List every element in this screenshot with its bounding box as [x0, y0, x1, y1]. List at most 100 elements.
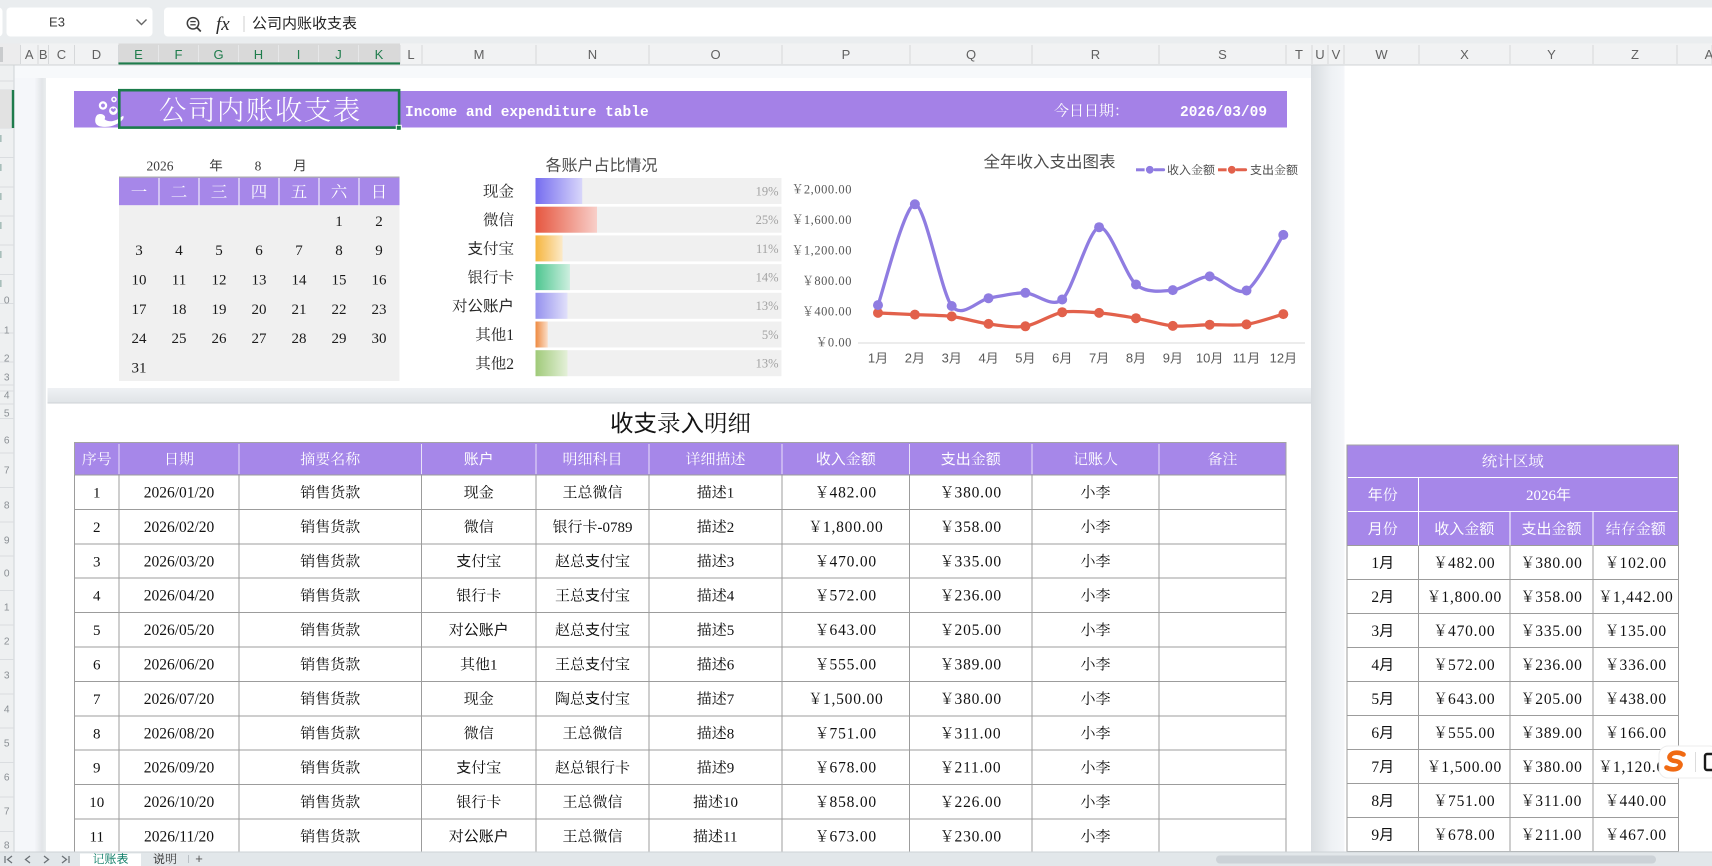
svg-text:X: X	[1460, 47, 1469, 62]
svg-text:6: 6	[727, 658, 735, 674]
svg-text:5: 5	[1015, 351, 1022, 366]
svg-text:1,500.00: 1,500.00	[1441, 759, 1502, 776]
svg-text:1,500.00: 1,500.00	[823, 691, 884, 708]
svg-text:2026/02/20: 2026/02/20	[144, 519, 215, 536]
svg-text:3: 3	[93, 554, 101, 570]
svg-text:E3: E3	[49, 15, 65, 30]
svg-text:4: 4	[93, 589, 101, 605]
svg-text:12: 12	[212, 273, 227, 289]
svg-text:B: B	[39, 47, 48, 62]
svg-text:13%: 13%	[756, 357, 779, 371]
svg-text:17: 17	[132, 302, 148, 318]
svg-text:10: 10	[723, 795, 738, 811]
svg-text:8: 8	[1126, 351, 1133, 366]
svg-text:6: 6	[255, 243, 263, 259]
svg-text:29: 29	[332, 331, 347, 347]
svg-text:9: 9	[4, 536, 10, 547]
svg-text:2026/03/09: 2026/03/09	[1180, 105, 1267, 121]
svg-text:5: 5	[4, 739, 10, 750]
svg-text:18: 18	[172, 302, 187, 318]
svg-text:11%: 11%	[756, 242, 778, 256]
svg-text:N: N	[588, 47, 597, 62]
svg-text:482.00: 482.00	[1448, 555, 1495, 572]
svg-text:14%: 14%	[756, 271, 779, 285]
svg-text:16: 16	[372, 273, 388, 289]
svg-text:fx: fx	[216, 14, 230, 35]
svg-text:236.00: 236.00	[955, 588, 1002, 605]
svg-text:2026/04/20: 2026/04/20	[144, 588, 215, 605]
svg-text:31: 31	[132, 360, 147, 376]
svg-text:28: 28	[292, 331, 307, 347]
svg-text:14: 14	[292, 273, 308, 289]
svg-text:336.00: 336.00	[1620, 657, 1667, 674]
svg-text:7: 7	[4, 807, 10, 818]
svg-text:1: 1	[490, 658, 498, 674]
svg-text:19: 19	[212, 302, 227, 318]
svg-text:6: 6	[1052, 351, 1059, 366]
svg-text:D: D	[92, 47, 101, 62]
svg-text:102.00: 102.00	[1620, 555, 1667, 572]
svg-text:0: 0	[4, 296, 10, 307]
svg-text:555.00: 555.00	[830, 657, 877, 674]
svg-text:9: 9	[727, 761, 735, 777]
svg-text:2026/10/20: 2026/10/20	[144, 794, 215, 811]
svg-text:27: 27	[252, 331, 268, 347]
svg-text:11: 11	[172, 273, 186, 289]
svg-text:2026/08/20: 2026/08/20	[144, 725, 215, 742]
svg-text:7: 7	[1371, 759, 1379, 776]
svg-text:W: W	[1375, 47, 1388, 62]
svg-text:2: 2	[506, 356, 514, 373]
svg-text:2: 2	[905, 351, 912, 366]
svg-text:380.00: 380.00	[955, 485, 1002, 502]
svg-text:10: 10	[1196, 351, 1210, 366]
svg-text:5: 5	[93, 623, 101, 639]
svg-text:380.00: 380.00	[1535, 759, 1582, 776]
svg-text:8: 8	[255, 158, 262, 173]
svg-text:2026/05/20: 2026/05/20	[144, 622, 215, 639]
svg-text:1: 1	[4, 603, 10, 614]
svg-text:358.00: 358.00	[955, 519, 1002, 536]
svg-text:1,200.00: 1,200.00	[804, 244, 852, 258]
svg-text:335.00: 335.00	[1535, 623, 1582, 640]
svg-text:11: 11	[723, 830, 737, 846]
svg-text:800.00: 800.00	[814, 274, 852, 288]
svg-text:205.00: 205.00	[955, 622, 1002, 639]
svg-text:22: 22	[332, 302, 347, 318]
svg-text:13%: 13%	[756, 299, 779, 313]
svg-text:2026/03/20: 2026/03/20	[144, 553, 215, 570]
svg-text:-0789: -0789	[598, 520, 633, 536]
svg-text:311.00: 311.00	[955, 725, 1002, 742]
svg-text:Income and expenditure table: Income and expenditure table	[405, 105, 649, 121]
svg-text:7: 7	[4, 466, 10, 477]
svg-text:1: 1	[868, 351, 875, 366]
svg-text:12: 12	[1270, 351, 1284, 366]
svg-text:1,800.00: 1,800.00	[1441, 589, 1502, 606]
svg-text:2026: 2026	[147, 158, 174, 173]
svg-text:8: 8	[4, 841, 10, 852]
svg-text:226.00: 226.00	[955, 794, 1002, 811]
svg-text:25%: 25%	[756, 213, 779, 227]
svg-text:1: 1	[727, 486, 735, 502]
svg-text:+: +	[195, 851, 203, 866]
svg-text:673.00: 673.00	[830, 829, 877, 846]
svg-text:R: R	[1091, 47, 1100, 62]
svg-text:9: 9	[1163, 351, 1170, 366]
svg-text:8: 8	[727, 726, 735, 742]
svg-text:1,800.00: 1,800.00	[823, 519, 884, 536]
svg-text:S: S	[1218, 47, 1227, 62]
svg-text:236.00: 236.00	[1535, 657, 1582, 674]
svg-text:11: 11	[1233, 351, 1247, 366]
svg-text:7: 7	[727, 692, 735, 708]
svg-text:211.00: 211.00	[1535, 827, 1582, 844]
svg-text:13: 13	[252, 273, 267, 289]
svg-text:8: 8	[93, 726, 101, 742]
svg-text:9: 9	[375, 243, 383, 259]
svg-text:F: F	[175, 47, 183, 62]
svg-text:8: 8	[1371, 793, 1379, 810]
svg-text:Y: Y	[1547, 47, 1556, 62]
svg-text:205.00: 205.00	[1535, 691, 1582, 708]
svg-text:751.00: 751.00	[1448, 793, 1495, 810]
svg-text:4: 4	[1371, 657, 1379, 674]
svg-text:Z: Z	[1631, 47, 1639, 62]
svg-text:0: 0	[4, 569, 10, 580]
